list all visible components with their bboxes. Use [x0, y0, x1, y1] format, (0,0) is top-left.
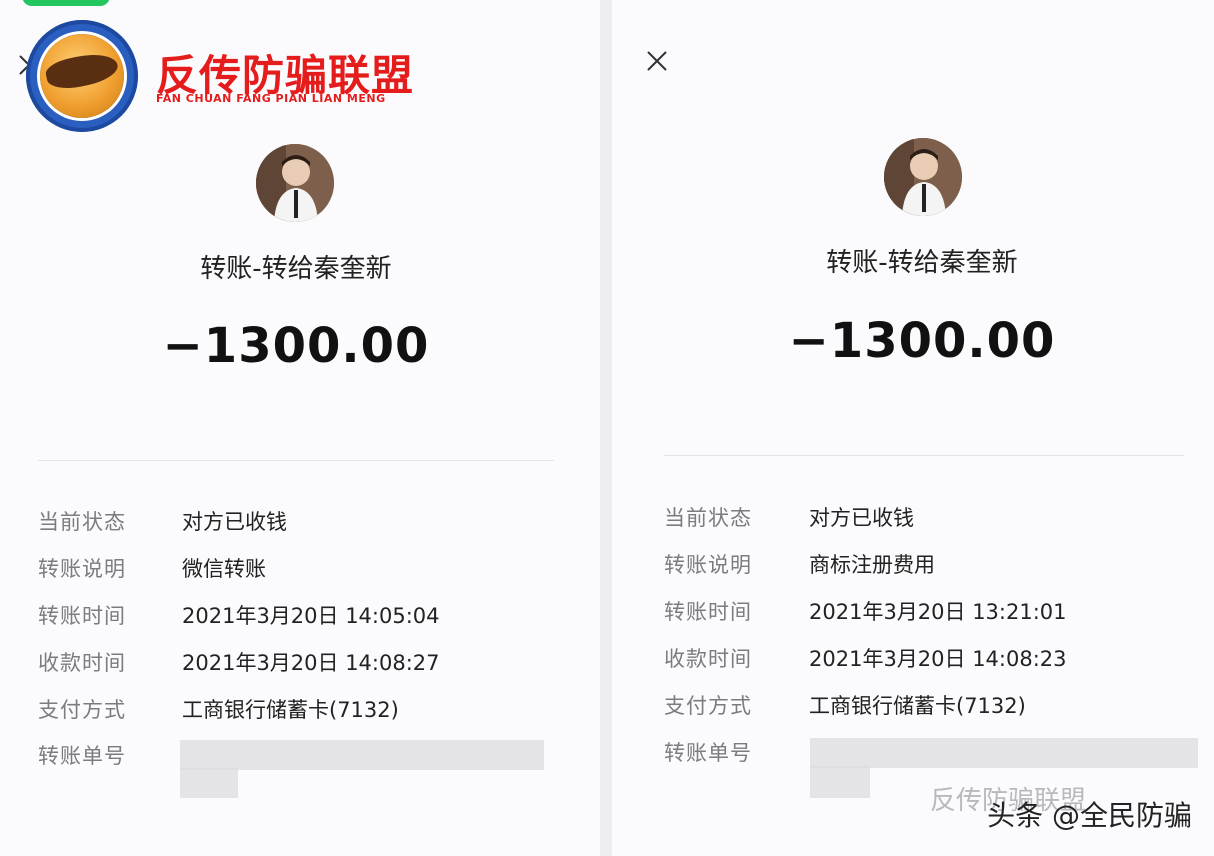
- label-transfer-time: 转账时间: [38, 604, 126, 628]
- close-icon[interactable]: [644, 48, 670, 74]
- value-receive-time: 2021年3月20日 14:08:23: [809, 647, 1067, 671]
- value-note: 商标注册费用: [809, 553, 935, 577]
- label-payment-method: 支付方式: [664, 694, 752, 718]
- value-payment-method: 工商银行储蓄卡(7132): [809, 694, 1026, 718]
- divider: [664, 455, 1184, 456]
- label-order-no: 转账单号: [38, 744, 126, 768]
- transfer-amount: −1300.00: [162, 318, 430, 374]
- label-receive-time: 收款时间: [664, 647, 752, 671]
- value-status: 对方已收钱: [809, 506, 914, 530]
- redacted-order-no-tail: [810, 766, 870, 798]
- avatar-photo: [256, 144, 334, 222]
- value-note: 微信转账: [182, 557, 266, 581]
- avatar-photo: [884, 138, 962, 216]
- transfer-detail-right: 转账-转给秦奎新 −1300.00 当前状态 对方已收钱 转账说明 商标注册费用…: [612, 0, 1214, 856]
- value-transfer-time: 2021年3月20日 13:21:01: [809, 600, 1067, 624]
- label-receive-time: 收款时间: [38, 651, 126, 675]
- value-receive-time: 2021年3月20日 14:08:27: [182, 651, 440, 675]
- label-status: 当前状态: [38, 510, 126, 534]
- transfer-amount: −1300.00: [788, 313, 1056, 369]
- value-payment-method: 工商银行储蓄卡(7132): [182, 698, 399, 722]
- label-payment-method: 支付方式: [38, 698, 126, 722]
- label-note: 转账说明: [664, 553, 752, 577]
- avatar: [884, 138, 962, 216]
- label-note: 转账说明: [38, 557, 126, 581]
- value-transfer-time: 2021年3月20日 14:05:04: [182, 604, 440, 628]
- transfer-title: 转账-转给秦奎新: [826, 248, 1018, 278]
- divider: [38, 460, 554, 461]
- screenshot-gap: [600, 0, 612, 856]
- redacted-order-no-tail: [180, 768, 238, 798]
- value-status: 对方已收钱: [182, 510, 287, 534]
- label-transfer-time: 转账时间: [664, 600, 752, 624]
- status-bar-indicator: [22, 0, 110, 6]
- logo-pinyin: FAN CHUAN FANG PIAN LIAN MENG: [156, 92, 386, 105]
- avatar: [256, 144, 334, 222]
- transfer-detail-left: 反传防骗联盟 FAN CHUAN FANG PIAN LIAN MENG 转账-…: [0, 0, 600, 856]
- redacted-order-no: [180, 740, 544, 770]
- redacted-order-no: [810, 738, 1198, 768]
- logo-badge: [26, 20, 138, 132]
- label-status: 当前状态: [664, 506, 752, 530]
- label-order-no: 转账单号: [664, 741, 752, 765]
- watermark: 头条 @全民防骗: [987, 799, 1192, 832]
- transfer-title: 转账-转给秦奎新: [200, 254, 392, 284]
